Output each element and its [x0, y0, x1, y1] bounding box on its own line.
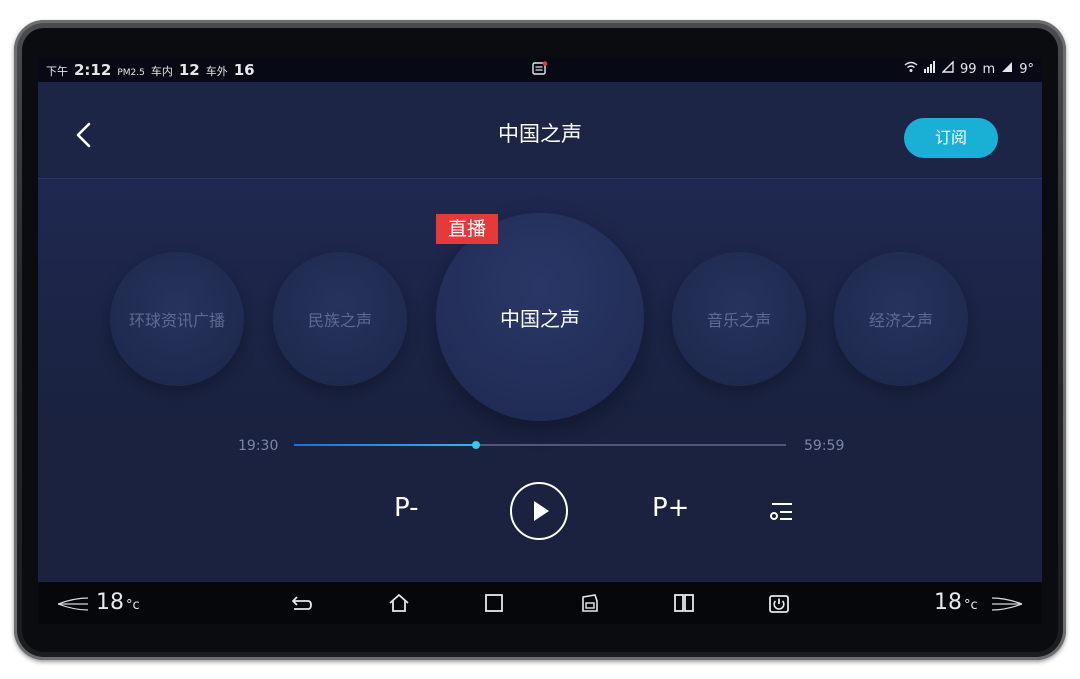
- page-title: 中国之声: [498, 122, 582, 146]
- signal-value: 9°: [1019, 62, 1034, 77]
- network-unit: m: [982, 62, 996, 77]
- header-bar: 中国之声 订阅: [38, 82, 1042, 179]
- signal-bars-icon: [924, 61, 935, 73]
- car-icon[interactable]: [578, 592, 602, 614]
- station-card[interactable]: 环球资讯广播: [110, 252, 244, 386]
- status-left: 下午 2:12 PM2.5 车内 12 车外 16: [46, 61, 255, 79]
- cellular-icon: [942, 61, 954, 73]
- back-nav-icon[interactable]: [290, 592, 314, 614]
- wifi-icon: [904, 61, 918, 72]
- station-carousel: 环球资讯广播 民族之声 中国之声 音乐之声 经济之声 直播: [38, 179, 1042, 421]
- station-name: 民族之声: [307, 311, 372, 330]
- notification-icon[interactable]: [532, 61, 548, 75]
- station-name-selected: 中国之声: [500, 306, 580, 331]
- progress-thumb[interactable]: [472, 441, 481, 449]
- home-icon[interactable]: [387, 592, 411, 614]
- status-right: 99 m 9°: [904, 61, 1034, 77]
- power-icon[interactable]: [767, 592, 791, 614]
- station-card[interactable]: 音乐之声: [672, 252, 806, 386]
- left-temp-value: 18: [96, 590, 124, 615]
- status-inside-label: 车内: [150, 65, 173, 78]
- subscribe-button[interactable]: 订阅: [904, 118, 998, 158]
- network-value: 99: [960, 62, 977, 77]
- play-icon: [534, 501, 549, 521]
- prev-station-button[interactable]: P-: [394, 493, 419, 523]
- station-card[interactable]: 民族之声: [273, 252, 407, 386]
- status-bar: 下午 2:12 PM2.5 车内 12 车外 16 99 m 9°: [38, 58, 1042, 82]
- split-screen-icon[interactable]: [672, 592, 696, 614]
- status-outside-value: 16: [233, 61, 255, 79]
- total-time: 59:59: [804, 438, 845, 454]
- progress-track[interactable]: [294, 441, 786, 449]
- station-name: 环球资讯广播: [128, 311, 225, 330]
- recent-apps-icon[interactable]: [482, 592, 506, 614]
- right-temp-unit: °c: [964, 598, 978, 613]
- right-temp-value: 18: [934, 590, 962, 615]
- station-card[interactable]: 经济之声: [834, 252, 968, 386]
- play-button[interactable]: [510, 482, 568, 540]
- station-name: 经济之声: [868, 311, 933, 330]
- next-station-button[interactable]: P+: [652, 493, 689, 523]
- playlist-icon[interactable]: [768, 500, 796, 524]
- right-fan-icon[interactable]: [990, 596, 1024, 612]
- station-card-selected[interactable]: 中国之声: [436, 213, 644, 421]
- status-ampm: 下午: [46, 65, 68, 78]
- status-time: 2:12: [74, 61, 112, 79]
- screen: 下午 2:12 PM2.5 车内 12 车外 16 99 m 9° 中国之声 订…: [38, 58, 1042, 624]
- live-badge: 直播: [436, 214, 498, 244]
- bottom-nav-bar: 18 °c 18 °c: [38, 582, 1042, 624]
- left-temp-unit: °c: [126, 598, 140, 613]
- left-temp[interactable]: 18 °c: [96, 590, 140, 615]
- mobile-signal-icon: [1002, 62, 1013, 72]
- status-pm-label: PM2.5: [117, 68, 145, 78]
- station-name: 音乐之声: [706, 311, 771, 330]
- progress-fill: [294, 444, 477, 446]
- right-temp[interactable]: 18 °c: [934, 590, 978, 615]
- left-fan-icon[interactable]: [56, 596, 90, 612]
- status-inside-value: 12: [178, 61, 200, 79]
- current-time: 19:30: [238, 438, 279, 454]
- status-outside-label: 车外: [205, 65, 228, 78]
